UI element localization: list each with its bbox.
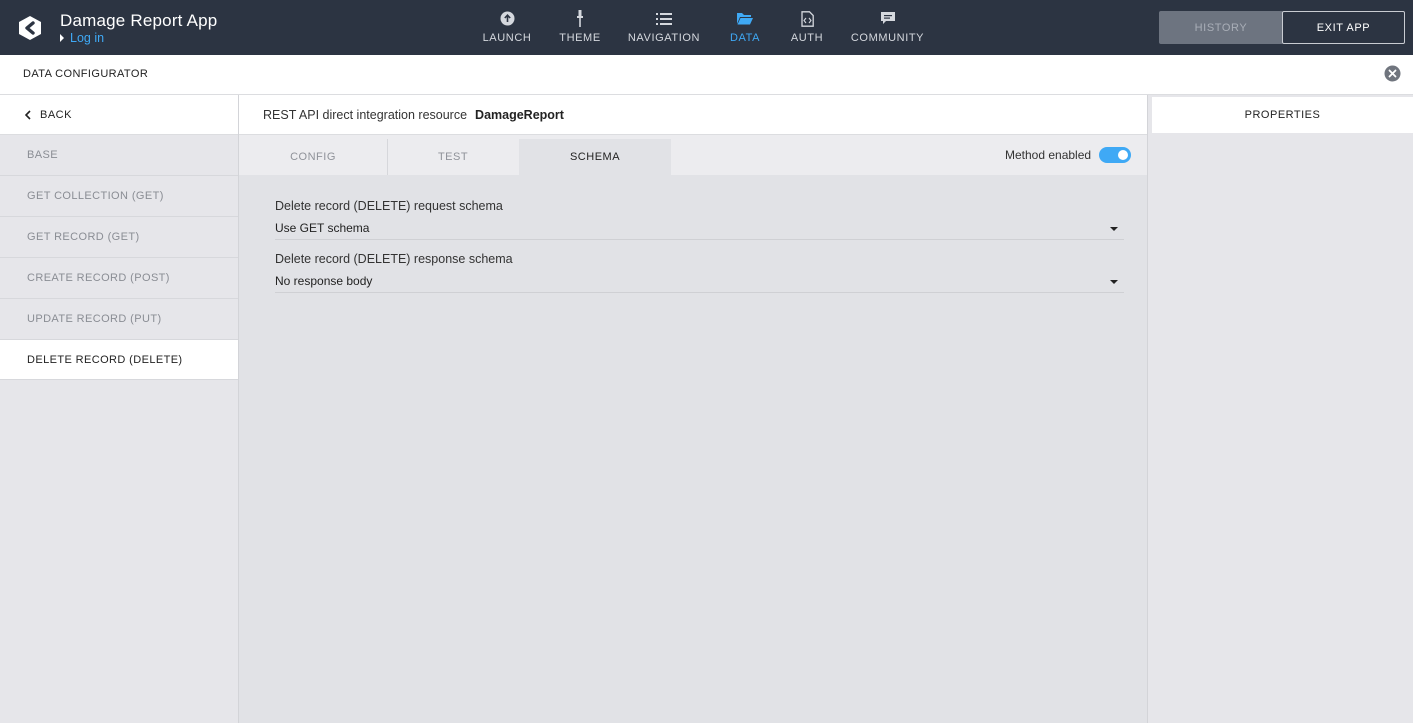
- tab-schema[interactable]: SCHEMA: [519, 139, 671, 175]
- nav-theme[interactable]: THEME: [559, 0, 601, 55]
- back-label: BACK: [40, 108, 72, 121]
- chat-icon: [880, 10, 895, 27]
- resource-name: DamageReport: [475, 107, 564, 122]
- properties-panel: [1148, 95, 1413, 723]
- login-link[interactable]: Log in: [60, 31, 104, 45]
- response-schema-label: Delete record (DELETE) response schema: [275, 252, 513, 266]
- resource-label: REST API direct integration resource: [263, 107, 468, 122]
- nav-auth[interactable]: AUTH: [790, 0, 824, 55]
- nav-label: NAVIGATION: [627, 32, 701, 44]
- nav-label: DATA: [729, 32, 761, 44]
- sidebar-item-create-record[interactable]: CREATE RECORD (POST): [0, 258, 238, 299]
- nav-label: THEME: [559, 32, 601, 44]
- schema-panel: Delete record (DELETE) request schema Us…: [239, 175, 1147, 723]
- toggle-knob: [1118, 150, 1128, 160]
- sidebar-item-delete-record[interactable]: DELETE RECORD (DELETE): [0, 340, 238, 380]
- sidebar-item-label: DELETE RECORD (DELETE): [27, 353, 183, 366]
- sidebar-item-get-record[interactable]: GET RECORD (GET): [0, 217, 238, 258]
- request-schema-label: Delete record (DELETE) request schema: [275, 199, 503, 213]
- sidebar-item-label: BASE: [27, 149, 58, 161]
- caret-right-icon: [60, 34, 64, 42]
- list-icon: [656, 10, 672, 27]
- properties-title: PROPERTIES: [1152, 97, 1413, 133]
- panel-divider: [1147, 95, 1148, 723]
- configurator-bar: DATA CONFIGURATOR: [0, 55, 1413, 95]
- app-title: Damage Report App: [60, 11, 218, 30]
- sidebar-item-update-record[interactable]: UPDATE RECORD (PUT): [0, 299, 238, 340]
- sidebar-item-label: CREATE RECORD (POST): [27, 272, 170, 284]
- resource-bar: REST API direct integration resource Dam…: [239, 95, 1147, 135]
- nav-label: COMMUNITY: [850, 32, 925, 44]
- app-logo-icon[interactable]: [17, 15, 43, 41]
- chevron-left-icon: [25, 109, 31, 120]
- response-schema-select[interactable]: No response body: [275, 271, 1124, 293]
- sidebar-item-label: GET RECORD (GET): [27, 231, 140, 243]
- nav-navigation[interactable]: NAVIGATION: [627, 0, 701, 55]
- configurator-title: DATA CONFIGURATOR: [23, 68, 149, 80]
- sidebar-item-get-collection[interactable]: GET COLLECTION (GET): [0, 176, 238, 217]
- upload-circle-icon: [500, 10, 515, 27]
- nav-community[interactable]: COMMUNITY: [850, 0, 925, 55]
- tab-config[interactable]: CONFIG: [239, 139, 387, 175]
- method-enabled-toggle[interactable]: [1099, 147, 1131, 163]
- nav-data[interactable]: DATA: [729, 0, 761, 55]
- request-schema-select[interactable]: Use GET schema: [275, 218, 1124, 240]
- response-schema-value: No response body: [275, 274, 373, 288]
- code-file-icon: [800, 10, 814, 27]
- nav-label: AUTH: [790, 32, 824, 44]
- history-button[interactable]: HISTORY: [1159, 11, 1283, 44]
- method-enabled-label: Method enabled: [1005, 148, 1092, 162]
- exit-app-button[interactable]: EXIT APP: [1282, 11, 1405, 44]
- method-sidebar: BACK BASE GET COLLECTION (GET) GET RECOR…: [0, 95, 239, 723]
- brush-icon: [575, 10, 585, 27]
- sidebar-item-label: GET COLLECTION (GET): [27, 190, 164, 202]
- sidebar-item-label: UPDATE RECORD (PUT): [27, 313, 162, 325]
- request-schema-value: Use GET schema: [275, 221, 370, 235]
- caret-down-icon: [1110, 227, 1118, 231]
- nav-launch[interactable]: LAUNCH: [482, 0, 532, 55]
- tab-bar: CONFIG TEST SCHEMA Method enabled: [239, 135, 1147, 175]
- login-label: Log in: [70, 31, 105, 45]
- close-icon[interactable]: [1384, 65, 1401, 82]
- top-bar: Damage Report App Log in LAUNCH THEME NA…: [0, 0, 1413, 55]
- caret-down-icon: [1110, 280, 1118, 284]
- nav-label: LAUNCH: [482, 32, 532, 44]
- folder-open-icon: [737, 10, 753, 27]
- sidebar-item-base[interactable]: BASE: [0, 135, 238, 176]
- back-button[interactable]: BACK: [0, 95, 238, 135]
- tab-test[interactable]: TEST: [388, 139, 518, 175]
